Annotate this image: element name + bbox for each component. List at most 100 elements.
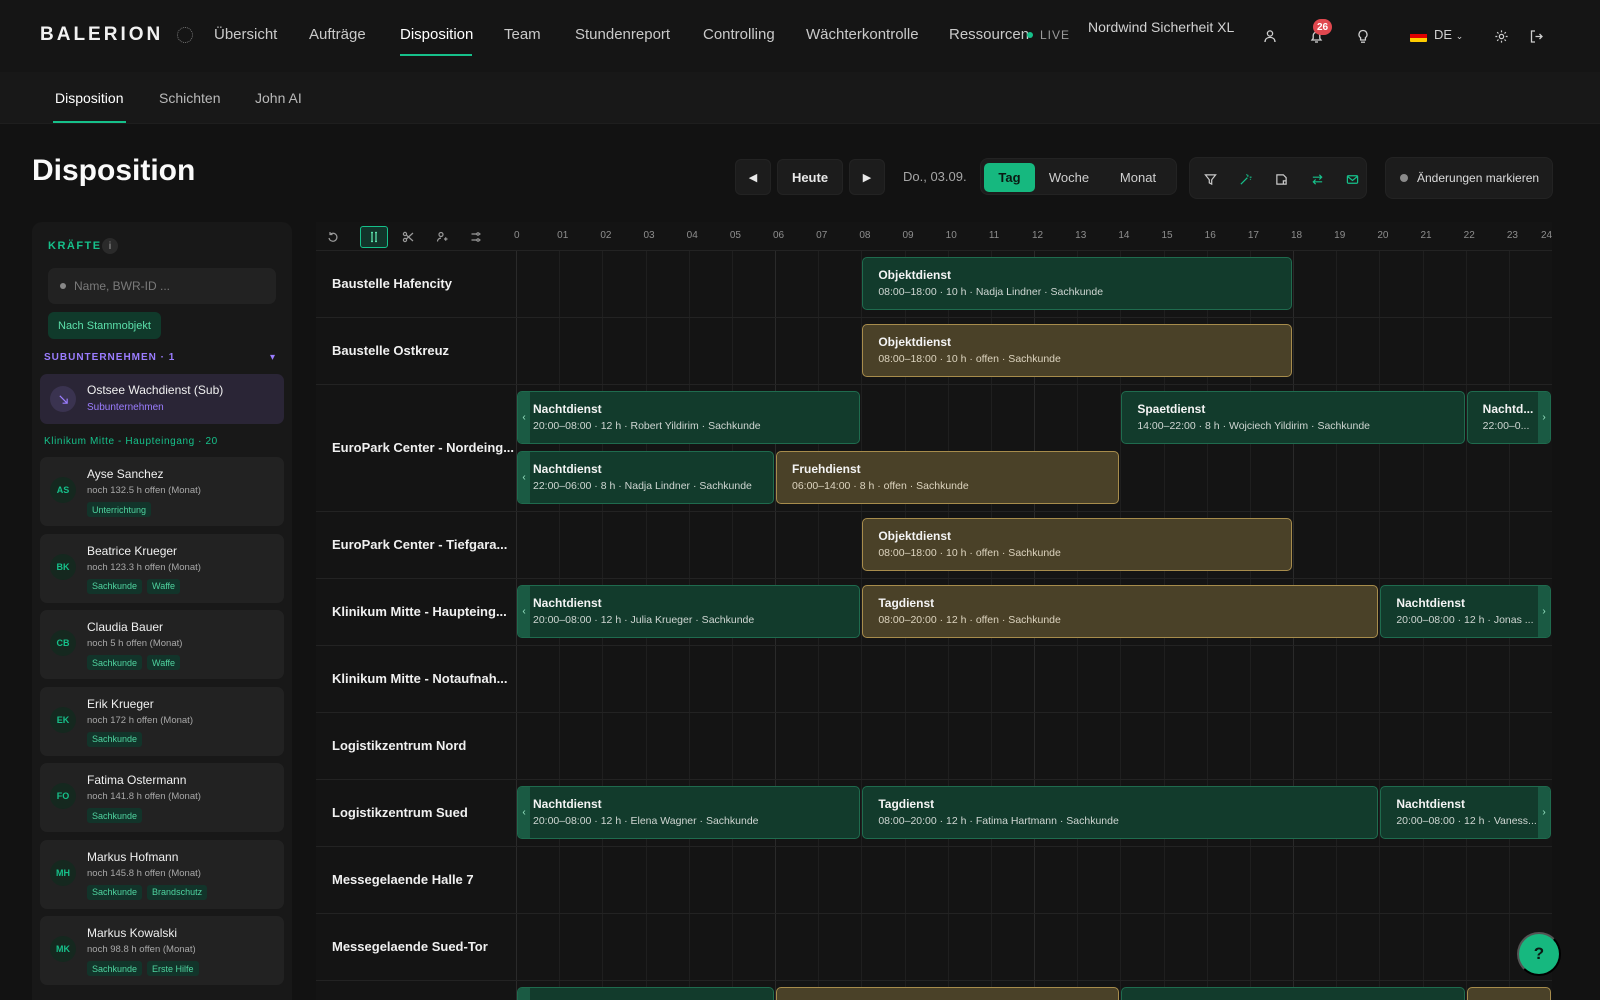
shift-block[interactable]: Objektdienst 08:00–18:00 · 10 h · offen ·… [862,324,1292,377]
shift-block[interactable]: Objektdienst 08:00–18:00 · 10 h · offen ·… [862,518,1292,571]
shift-block[interactable]: ‹ Nachtdienst 22:00–06:00 · 8 h · Nadja Li… [517,451,774,504]
user-icon[interactable] [1259,25,1281,47]
object-row-label[interactable]: Baustelle Ostkreuz [332,343,449,358]
employee-card[interactable]: CB Claudia Bauer noch 5 h offen (Monat) Sac… [40,610,284,679]
hour-label: 20 [1377,230,1389,241]
prev-day-button[interactable]: ◀ [735,159,771,195]
nav-stundenreport[interactable]: Stundenreport [575,26,670,43]
shift-block[interactable]: Tagdienst 08:00–20:00 · 12 h · Fatima Har… [862,786,1379,839]
nav-waechterkontrolle[interactable]: Wächterkontrolle [806,26,919,43]
nav-uebersicht[interactable]: Übersicht [214,26,277,43]
employee-card[interactable]: AS Ayse Sanchez noch 132.5 h offen (Monat)… [40,457,284,526]
continues-left-icon[interactable]: ‹ [518,586,530,637]
employee-card[interactable]: EK Erik Krueger noch 172 h offen (Monat) Sa… [40,686,284,756]
continues-left-icon[interactable]: ‹ [518,392,530,443]
object-heading[interactable]: Klinikum Mitte - Haupteingang · 20 [44,436,218,447]
object-row-label[interactable]: EuroPark Center - Tiefgara... [332,537,507,552]
shift-block[interactable]: Tagdienst 08:00–20:00 · 12 h · offen · Sa… [862,585,1379,638]
shift-block[interactable] [776,987,1120,1000]
tab-john-ai[interactable]: John AI [255,90,302,106]
employee-avatar: EK [50,706,76,733]
schedule-grid: 0 01 02 03 04 05 06 07 08 09 10 11 12 13 14 15 16 17 18 19 2… [316,222,1552,1000]
nav-ressourcen[interactable]: Ressourcen [949,26,1029,43]
shift-block[interactable]: Spaetdienst 14:00–22:00 · 8 h · Wojciech … [1121,391,1465,444]
continues-right-icon[interactable]: › [1537,392,1550,443]
object-row-label[interactable]: Baustelle Hafencity [332,276,452,291]
view-week-button[interactable]: Woche [1037,163,1101,192]
shift-block[interactable]: › Nachtdienst 20:00–08:00 · 12 h · Jonas .… [1380,585,1551,638]
shift-block[interactable]: Fruehdienst 06:00–14:00 · 8 h · offen · S… [776,451,1120,504]
shift-block[interactable]: ‹ Nachtdienst 20:00–08:00 · 12 h · Robert … [517,391,861,444]
employee-hours: noch 172 h offen (Monat) [87,714,193,726]
nav-auftraege[interactable]: Aufträge [309,26,366,43]
list-settings-icon[interactable] [462,226,490,248]
filter-icon[interactable] [1199,168,1221,190]
object-row-label[interactable]: Klinikum Mitte - Haupteing... [332,604,507,619]
subcontractor-heading[interactable]: SUBUNTERNEHMEN · 1 [44,352,175,363]
object-row-label[interactable]: EuroPark Center - Nordeing... [332,440,514,455]
row-divider [316,250,1552,251]
language-selector[interactable]: DE ⌄ [1434,27,1463,42]
nav-controlling[interactable]: Controlling [703,26,775,43]
shift-block[interactable]: ‹ Nachtdienst 20:00–08:00 · 12 h · Julia K… [517,585,861,638]
german-flag-icon[interactable] [1410,30,1427,42]
mail-icon[interactable] [1341,168,1363,190]
object-row-label[interactable]: Messegelaende Sued-Tor [332,939,488,954]
hour-label: 08 [859,230,871,241]
tab-disposition[interactable]: Disposition [55,90,123,106]
logo-text: BALERION [40,24,164,45]
subcontractor-card[interactable]: Ostsee Wachdienst (Sub) Subunternehmen [40,374,284,424]
continues-left-icon[interactable]: ‹ [518,452,530,503]
sidebar-title: KRÄFTE [48,240,102,252]
shift-block[interactable] [1121,987,1465,1000]
scissors-icon[interactable] [394,226,422,248]
shift-block[interactable]: ‹ [517,987,774,1000]
continues-right-icon[interactable]: › [1537,787,1550,838]
staff-sidebar: KRÄFTE i Nach Stammobjekt SUBUNTERNEHMEN… [32,222,292,1000]
hour-label: 09 [902,230,914,241]
magic-wand-icon[interactable] [1234,168,1256,190]
object-row-label[interactable]: Logistikzentrum Nord [332,738,466,753]
hour-label: 03 [643,230,655,241]
today-button[interactable]: Heute [777,159,843,195]
nav-disposition[interactable]: Disposition [400,26,473,43]
shift-block[interactable]: ‹ Nachtdienst 20:00–08:00 · 12 h · Elena W… [517,786,861,839]
gear-icon[interactable] [1490,25,1512,47]
object-row-label[interactable]: Klinikum Mitte - Notaufnah... [332,671,508,686]
swap-icon[interactable] [1306,168,1328,190]
logo[interactable]: BALERION [40,24,194,46]
shift-block[interactable] [1466,987,1551,1000]
select-tool-icon[interactable] [360,226,388,248]
continues-right-icon[interactable]: › [1537,586,1550,637]
shift-block[interactable]: › Nachtd... 22:00–0... [1466,391,1551,444]
object-row-label[interactable]: Messegelaende Halle 7 [332,872,474,887]
shift-block[interactable]: › Nachtdienst 20:00–08:00 · 12 h · Vaness.… [1380,786,1551,839]
object-row-label[interactable]: Logistikzentrum Sued [332,805,468,820]
help-button[interactable]: ? [1517,932,1561,976]
continues-left-icon[interactable]: ‹ [518,988,530,1000]
mark-changes-button[interactable]: Änderungen markieren [1385,157,1553,199]
employee-card[interactable]: BK Beatrice Krueger noch 123.3 h offen (Mo… [40,533,284,603]
view-day-button[interactable]: Tag [984,163,1035,192]
employee-card[interactable]: MH Markus Hofmann noch 145.8 h offen (Mona… [40,839,284,909]
company-name[interactable]: Nordwind Sicherheit XL [1088,19,1234,35]
undo-icon[interactable] [319,226,347,248]
employee-card[interactable]: MK Markus Kowalski noch 98.8 h offen (Mona… [40,916,284,985]
tab-schichten[interactable]: Schichten [159,90,220,106]
view-month-button[interactable]: Monat [1103,163,1173,192]
nav-team[interactable]: Team [504,26,541,43]
staff-search-input[interactable] [74,279,264,293]
group-by-object-chip[interactable]: Nach Stammobjekt [48,312,161,339]
logout-icon[interactable] [1525,25,1547,47]
shift-block[interactable]: Objektdienst 08:00–18:00 · 10 h · Nadja L… [862,257,1292,310]
next-day-button[interactable]: ▶ [849,159,885,195]
note-icon[interactable] [1270,168,1292,190]
continues-left-icon[interactable]: ‹ [518,787,530,838]
lightbulb-icon[interactable] [1352,25,1374,47]
chevron-down-icon[interactable]: ▾ [270,352,275,363]
info-icon[interactable]: i [102,238,118,254]
employee-name: Markus Hofmann [87,849,179,864]
shift-title: Fruehdienst [792,462,861,476]
employee-card[interactable]: FO Fatima Ostermann noch 141.8 h offen (Mo… [40,763,284,832]
assign-person-icon[interactable] [428,226,456,248]
